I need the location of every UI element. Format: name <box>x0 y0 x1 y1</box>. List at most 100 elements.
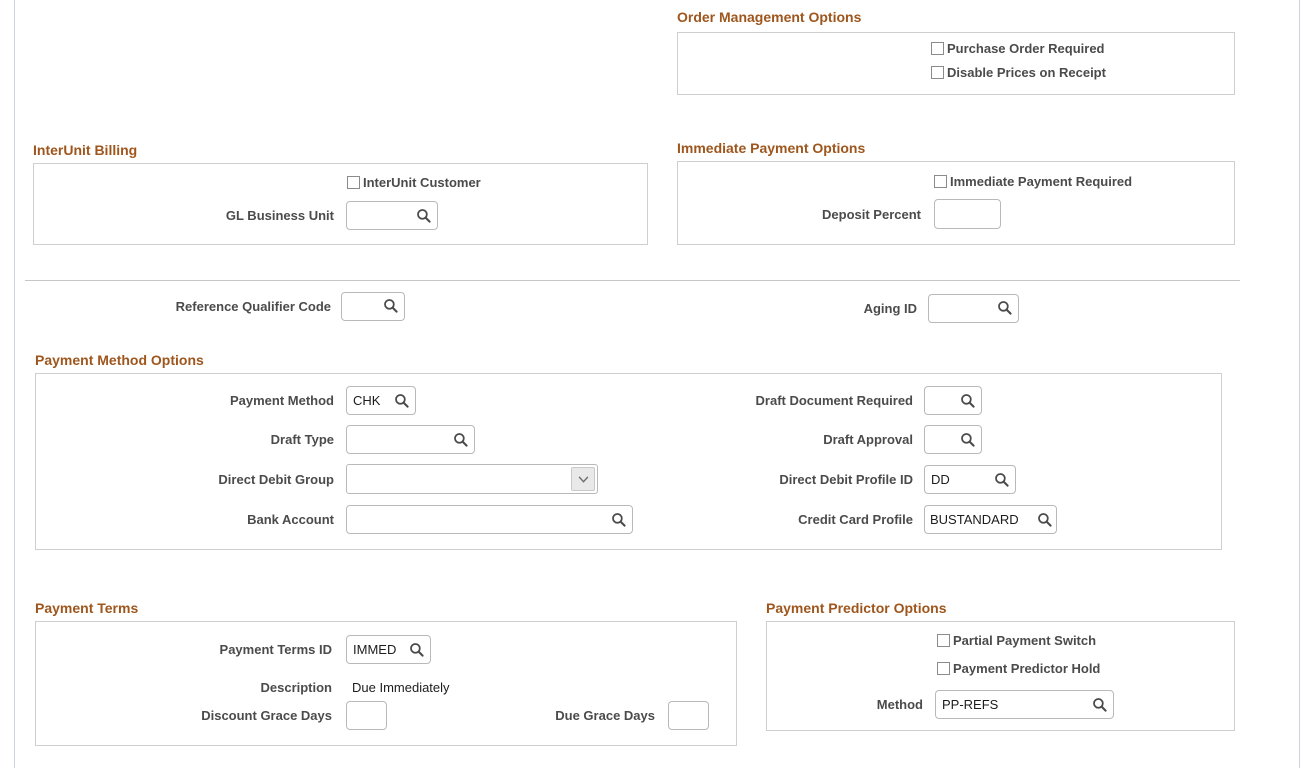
discount-grace-days-input[interactable] <box>347 702 386 729</box>
immediate-payment-required-row: Immediate Payment Required <box>934 174 1132 189</box>
payment-terms-id-field <box>346 635 431 664</box>
page-frame-right-border <box>1299 0 1300 768</box>
direct-debit-profile-id-field <box>924 465 1016 494</box>
reference-qualifier-code-field <box>341 292 405 321</box>
interunit-customer-label: InterUnit Customer <box>363 175 481 190</box>
disable-prices-on-receipt-checkbox[interactable] <box>931 66 944 79</box>
purchase-order-required-row: Purchase Order Required <box>931 41 1105 56</box>
due-grace-days-label: Due Grace Days <box>436 708 655 723</box>
magnifier-icon[interactable] <box>383 298 399 314</box>
aging-id-label: Aging ID <box>700 301 917 316</box>
payment-predictor-hold-checkbox[interactable] <box>937 662 950 675</box>
immediate-payment-required-label: Immediate Payment Required <box>950 174 1132 189</box>
magnifier-icon[interactable] <box>416 208 432 224</box>
direct-debit-group-select[interactable] <box>346 464 598 494</box>
aging-id-row: Aging ID <box>700 293 1019 323</box>
immediate-payment-required-checkbox[interactable] <box>934 175 947 188</box>
draft-document-required-row: Draft Document Required <box>596 386 982 415</box>
description-label: Description <box>36 680 332 695</box>
payment-method-options-groupbox: Payment Method Draft Type Direct Debit G… <box>35 373 1222 550</box>
deposit-percent-row: Deposit Percent <box>678 199 1001 229</box>
deposit-percent-input[interactable] <box>935 200 1000 228</box>
magnifier-icon[interactable] <box>960 432 976 448</box>
chevron-down-icon[interactable] <box>571 467 595 491</box>
magnifier-icon[interactable] <box>394 393 410 409</box>
draft-type-row: Draft Type <box>36 425 475 454</box>
description-value: Due Immediately <box>352 680 450 695</box>
bank-account-input[interactable] <box>347 506 632 533</box>
payment-predictor-hold-row: Payment Predictor Hold <box>937 661 1100 676</box>
reference-qualifier-code-row: Reference Qualifier Code <box>15 291 405 321</box>
disable-prices-on-receipt-row: Disable Prices on Receipt <box>931 65 1106 80</box>
immediate-payment-options-groupbox: Immediate Payment Required Deposit Perce… <box>677 161 1235 245</box>
purchase-order-required-checkbox[interactable] <box>931 42 944 55</box>
direct-debit-profile-id-label: Direct Debit Profile ID <box>596 472 913 487</box>
interunit-customer-row: InterUnit Customer <box>347 175 481 190</box>
payment-predictor-hold-label: Payment Predictor Hold <box>953 661 1100 676</box>
interunit-billing-groupbox: InterUnit Customer GL Business Unit <box>33 163 648 245</box>
direct-debit-group-label: Direct Debit Group <box>36 472 334 487</box>
partial-payment-switch-checkbox[interactable] <box>937 634 950 647</box>
method-input[interactable] <box>936 691 1113 718</box>
payment-method-options-title: Payment Method Options <box>35 352 204 368</box>
payment-terms-groupbox: Payment Terms ID Description Due Immedia… <box>35 621 737 746</box>
disable-prices-on-receipt-label: Disable Prices on Receipt <box>947 65 1106 80</box>
magnifier-icon[interactable] <box>453 432 469 448</box>
order-management-options-groupbox: Purchase Order Required Disable Prices o… <box>677 32 1235 95</box>
vendor-payment-options-page: Order Management Options Purchase Order … <box>0 0 1309 768</box>
magnifier-icon[interactable] <box>960 393 976 409</box>
partial-payment-switch-row: Partial Payment Switch <box>937 633 1096 648</box>
draft-approval-label: Draft Approval <box>596 432 913 447</box>
bank-account-row: Bank Account <box>36 505 633 534</box>
bank-account-field <box>346 505 633 534</box>
magnifier-icon[interactable] <box>409 642 425 658</box>
due-grace-days-field <box>668 701 709 730</box>
direct-debit-group-row: Direct Debit Group <box>36 464 598 494</box>
draft-type-field <box>346 425 475 454</box>
discount-grace-days-label: Discount Grace Days <box>36 708 332 723</box>
gl-business-unit-label: GL Business Unit <box>34 208 334 223</box>
reference-qualifier-code-label: Reference Qualifier Code <box>15 299 331 314</box>
draft-type-label: Draft Type <box>36 432 334 447</box>
credit-card-profile-label: Credit Card Profile <box>596 512 913 527</box>
method-field <box>935 690 1114 719</box>
bank-account-label: Bank Account <box>36 512 334 527</box>
page-frame-left-border <box>14 0 15 768</box>
payment-predictor-options-groupbox: Partial Payment Switch Payment Predictor… <box>766 621 1235 731</box>
deposit-percent-label: Deposit Percent <box>678 207 921 222</box>
payment-method-label: Payment Method <box>36 393 334 408</box>
method-label: Method <box>767 697 923 712</box>
discount-grace-days-row: Discount Grace Days <box>36 701 387 730</box>
payment-terms-title: Payment Terms <box>35 600 138 616</box>
payment-predictor-options-title: Payment Predictor Options <box>766 600 946 616</box>
magnifier-icon[interactable] <box>997 300 1013 316</box>
payment-terms-id-row: Payment Terms ID <box>36 635 431 664</box>
deposit-percent-field <box>934 199 1001 229</box>
draft-approval-field <box>924 425 982 454</box>
aging-id-field <box>928 294 1019 323</box>
purchase-order-required-label: Purchase Order Required <box>947 41 1105 56</box>
payment-method-row: Payment Method <box>36 386 416 415</box>
payment-method-field <box>346 386 416 415</box>
credit-card-profile-field <box>924 505 1057 534</box>
gl-business-unit-row: GL Business Unit <box>34 201 438 230</box>
partial-payment-switch-label: Partial Payment Switch <box>953 633 1096 648</box>
gl-business-unit-field <box>346 201 438 230</box>
magnifier-icon[interactable] <box>1037 512 1053 528</box>
payment-terms-id-label: Payment Terms ID <box>36 642 332 657</box>
credit-card-profile-row: Credit Card Profile <box>596 505 1057 534</box>
method-row: Method <box>767 690 1114 719</box>
due-grace-days-input[interactable] <box>669 702 708 729</box>
draft-document-required-label: Draft Document Required <box>596 393 913 408</box>
direct-debit-profile-id-row: Direct Debit Profile ID <box>596 465 1016 494</box>
due-grace-days-row: Due Grace Days <box>436 701 709 730</box>
draft-document-required-field <box>924 386 982 415</box>
description-row: Description Due Immediately <box>36 678 450 696</box>
order-management-options-title: Order Management Options <box>677 9 861 25</box>
section-divider <box>25 280 1240 281</box>
discount-grace-days-field <box>346 701 387 730</box>
draft-approval-row: Draft Approval <box>596 425 982 454</box>
magnifier-icon[interactable] <box>1092 697 1108 713</box>
magnifier-icon[interactable] <box>994 472 1010 488</box>
interunit-customer-checkbox[interactable] <box>347 176 360 189</box>
